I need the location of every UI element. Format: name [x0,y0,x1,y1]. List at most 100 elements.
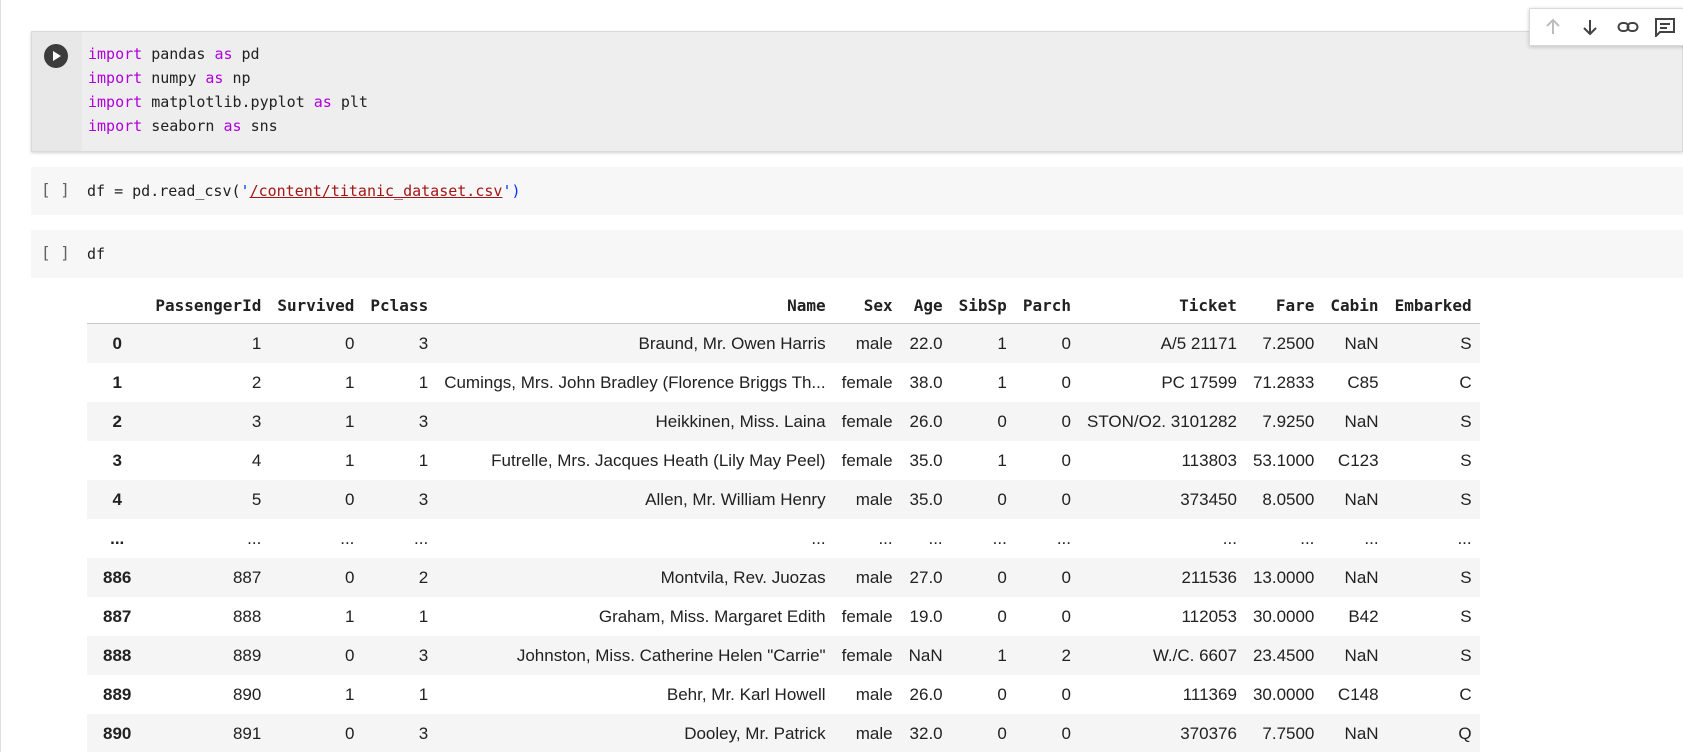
code-cell-read-csv[interactable]: [ ] df = pd.read_csv('/content/titanic_d… [31,167,1683,215]
table-cell: 888 [232,606,262,626]
table-cell: 0 [997,567,1007,587]
table-row: 2 3 1 3 Heikkinen, Miss. Laina female 26.0 0 0 ST… [87,402,1480,441]
table-cell: 0 [1061,450,1071,470]
row-index: 890 [103,723,132,743]
table-cell: 0 [344,645,355,665]
table-cell: 35.0 [909,450,943,470]
table-cell: 0 [344,489,355,509]
table-cell: 3 [418,411,429,431]
keyword-token: import [88,117,143,135]
keyword-token: as [313,93,332,111]
code-editor[interactable]: import pandas as pd import numpy as np imp… [88,42,368,138]
dataframe-output: PassengerId Survived Pclass Name Sex Age SibSp… [87,288,1480,752]
table-cell: ... [247,528,262,548]
table-cell: 1 [997,450,1007,470]
keyword-token: import [88,69,143,87]
table-cell: Cumings, Mrs. John Bradley (Florence Bri… [444,372,826,392]
code-line: import numpy as np [88,66,368,90]
table-cell: 889 [232,645,262,665]
identifier-token: sns [250,117,278,135]
quote-open: ' [240,182,250,200]
table-cell: C148 [1337,684,1379,704]
identifier-token: matplotlib.pyplot [151,93,305,111]
table-cell: 373450 [1180,489,1237,509]
table-cell: 3 [418,333,429,353]
arrow-up-icon [1546,18,1560,34]
table-cell: 0 [1061,489,1071,509]
identifier-token: pandas [151,45,206,63]
table-cell: Braund, Mr. Owen Harris [638,333,826,353]
table-cell: C85 [1347,372,1379,392]
table-cell: 0 [997,606,1007,626]
run-cell-button[interactable] [44,44,68,68]
table-cell: Behr, Mr. Karl Howell [666,684,826,704]
code-editor[interactable]: df [87,242,105,266]
table-cell: ... [992,528,1007,548]
notebook: import pandas as pd import numpy as np imp… [0,0,1683,752]
column-header: Ticket [1078,288,1245,324]
table-cell: 1 [251,333,262,353]
move-cell-up-button[interactable] [1538,11,1568,43]
table-cell: 887 [232,567,262,587]
table-cell: 30.0000 [1252,606,1315,626]
table-cell: 0 [997,489,1007,509]
table-cell: ... [811,528,826,548]
table-cell: 0 [1061,567,1071,587]
table-cell: 38.0 [909,372,943,392]
table-cell: 23.4500 [1252,645,1315,665]
table-row: 886 887 0 2 Montvila, Rev. Juozas male 27.0 0 0 2… [87,558,1480,597]
code-cell-imports[interactable]: import pandas as pd import numpy as np imp… [31,31,1683,152]
table-cell: 1 [997,645,1007,665]
table-cell: 1 [344,411,355,431]
table-row: 889 890 1 1 Behr, Mr. Karl Howell male 26.0 0 0 1… [87,675,1480,714]
code-editor[interactable]: df = pd.read_csv('/content/titanic_datas… [87,179,521,203]
table-cell: 1 [418,372,429,392]
table-cell: 0 [344,333,355,353]
code-line: import matplotlib.pyplot as plt [88,90,368,114]
table-cell: 7.7500 [1262,723,1315,743]
copy-link-button[interactable] [1613,11,1643,43]
table-cell: ... [878,528,893,548]
table-cell: 27.0 [909,567,943,587]
table-cell: Dooley, Mr. Patrick [684,723,826,743]
table-cell: 7.2500 [1262,333,1315,353]
move-cell-down-button[interactable] [1576,11,1606,43]
dataframe-table: PassengerId Survived Pclass Name Sex Age SibSp… [87,288,1480,752]
table-cell: B42 [1348,606,1379,626]
table-cell: 0 [344,567,355,587]
table-cell: 1 [344,684,355,704]
identifier-token: numpy [151,69,197,87]
table-cell: 2 [251,372,262,392]
add-comment-button[interactable] [1651,11,1681,43]
column-header: Sex [833,288,901,324]
table-cell: 890 [232,684,262,704]
table-cell: 113803 [1181,450,1237,470]
table-cell: 0 [344,723,355,743]
table-cell: 22.0 [909,333,943,353]
table-cell: female [841,450,893,470]
index-header [87,288,148,324]
column-header: SibSp [950,288,1015,324]
table-cell: 2 [418,567,429,587]
row-index: 886 [103,567,132,587]
table-cell: 53.1000 [1252,450,1315,470]
table-cell: Graham, Miss. Margaret Edith [598,606,826,626]
table-cell: S [1460,411,1472,431]
table-row: 888 889 0 3 Johnston, Miss. Catherine Helen … [87,636,1480,675]
column-header: Cabin [1322,288,1387,324]
table-cell: 370376 [1180,723,1237,743]
row-index: 3 [112,450,122,470]
code-cell-show-df[interactable]: [ ] df [31,230,1683,278]
table-cell: NaN [908,645,943,665]
table-cell: 111369 [1182,684,1237,704]
arrow-down-icon [1583,20,1597,36]
table-cell: STON/O2. 3101282 [1086,411,1237,431]
execution-count[interactable]: [ ] [41,180,70,199]
table-cell: NaN [1344,333,1379,353]
identifier-token: plt [340,93,368,111]
execution-count[interactable]: [ ] [41,243,70,262]
row-index: 4 [112,489,122,509]
table-cell: ... [1222,528,1237,548]
table-cell: 30.0000 [1252,684,1315,704]
table-cell: 19.0 [909,606,943,626]
